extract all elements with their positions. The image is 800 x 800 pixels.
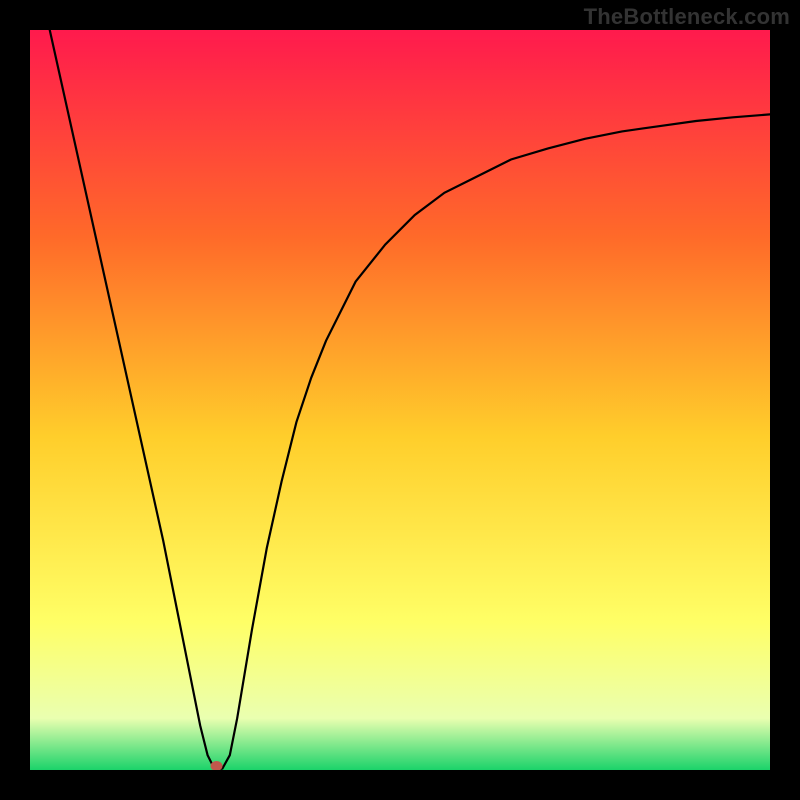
watermark-text: TheBottleneck.com bbox=[584, 4, 790, 30]
gradient-background bbox=[30, 30, 770, 770]
chart-svg bbox=[30, 30, 770, 770]
chart-frame: TheBottleneck.com bbox=[0, 0, 800, 800]
plot-area bbox=[30, 30, 770, 770]
